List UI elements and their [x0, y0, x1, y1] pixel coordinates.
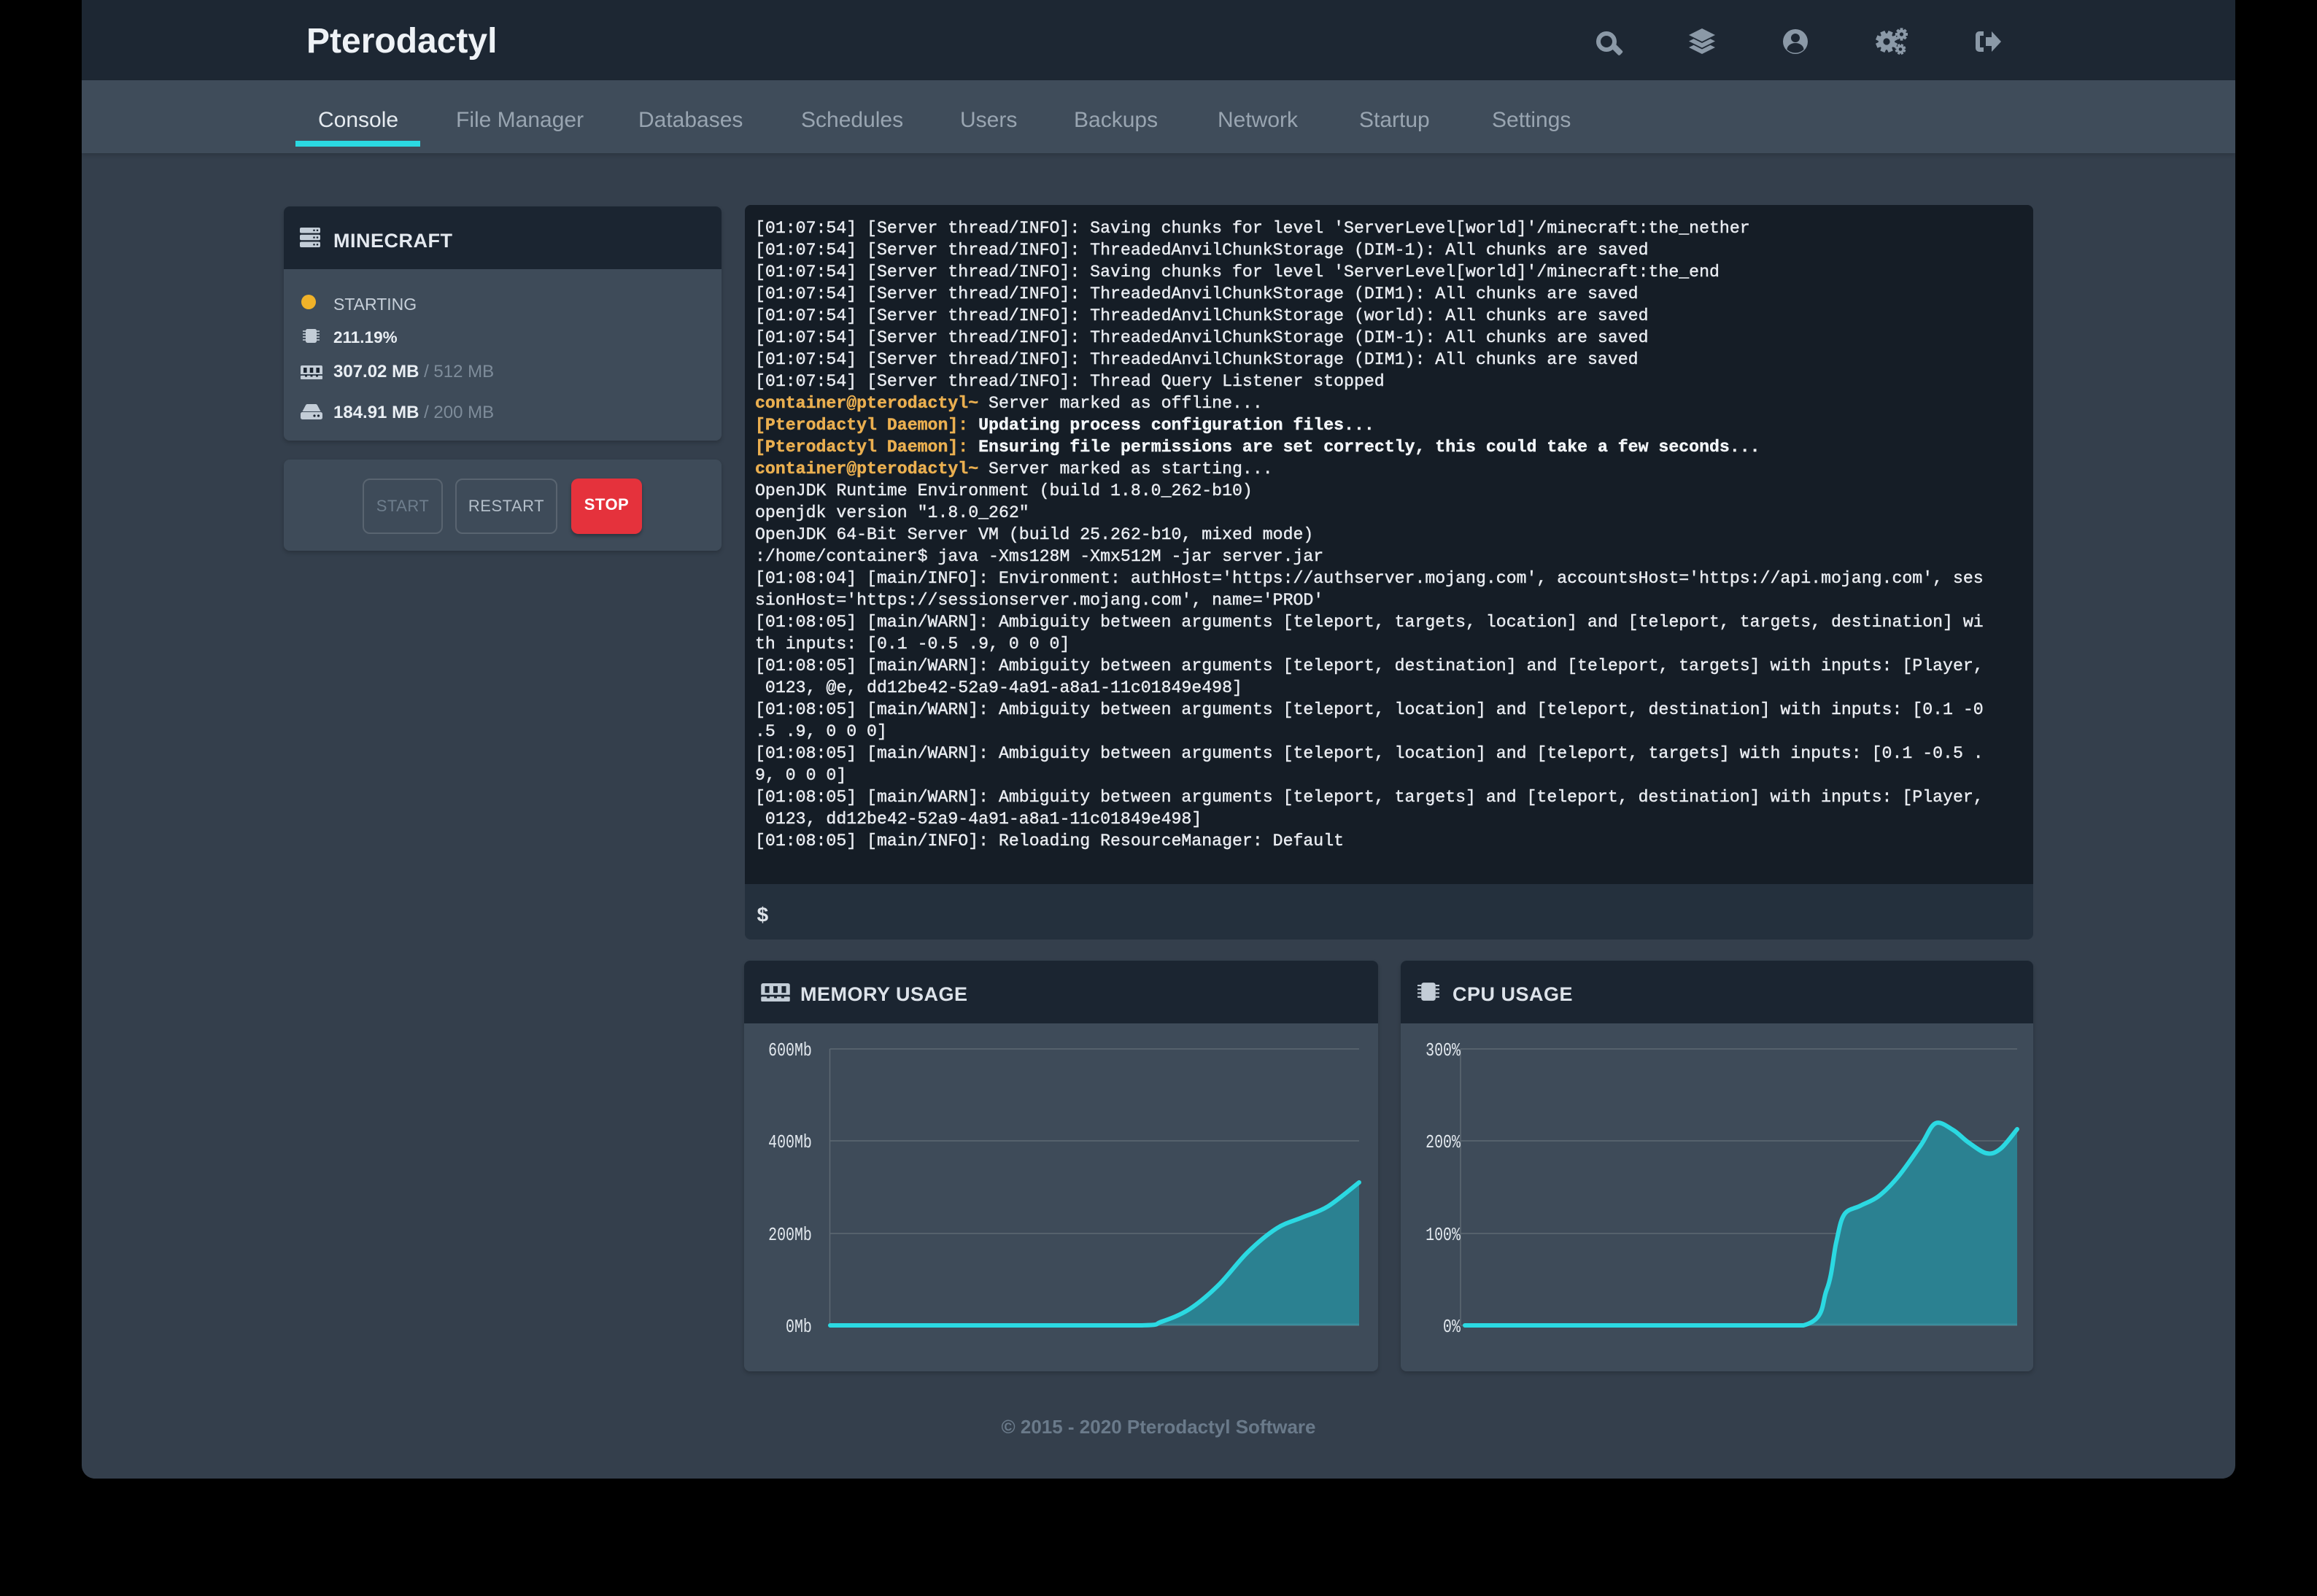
- svg-text:400Mb: 400Mb: [768, 1132, 812, 1153]
- svg-text:0%: 0%: [1443, 1317, 1461, 1338]
- svg-text:600Mb: 600Mb: [768, 1040, 812, 1061]
- svg-text:200Mb: 200Mb: [768, 1225, 812, 1246]
- svg-text:0Mb: 0Mb: [786, 1317, 812, 1338]
- svg-text:200%: 200%: [1426, 1132, 1461, 1153]
- svg-text:300%: 300%: [1426, 1040, 1461, 1061]
- svg-text:100%: 100%: [1426, 1225, 1461, 1246]
